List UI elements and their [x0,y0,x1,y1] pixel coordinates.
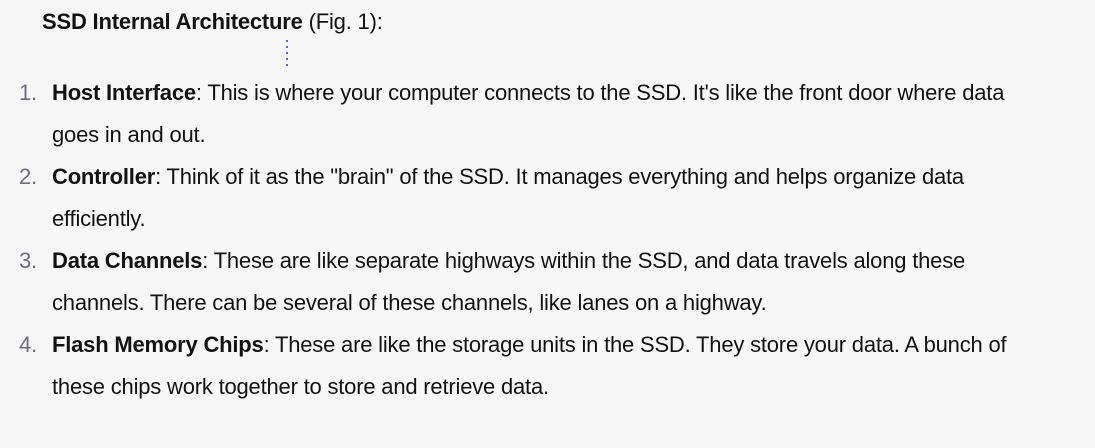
list-number: 4. [19,332,37,357]
list-term: Controller [52,164,156,189]
list-term: Data Channels [52,248,203,273]
list-term: Host Interface [52,80,196,105]
heading-figure-ref: (Fig. 1): [302,9,383,34]
architecture-list: 1. Host Interface: This is where your co… [0,72,1095,408]
list-description: : Think of it as the "brain" of the SSD.… [52,164,964,231]
vertical-ellipsis-icon [286,38,290,70]
list-number: 1. [19,80,37,105]
section-heading: SSD Internal Architecture (Fig. 1): [42,8,383,36]
list-item-host-interface: 1. Host Interface: This is where your co… [0,72,1095,156]
list-term: Flash Memory Chips [52,332,264,357]
list-item-controller: 2. Controller: Think of it as the "brain… [0,156,1095,240]
list-item-data-channels: 3. Data Channels: These are like separat… [0,240,1095,324]
list-number: 2. [19,164,37,189]
heading-title: SSD Internal Architecture [42,9,303,34]
list-item-flash-memory-chips: 4. Flash Memory Chips: These are like th… [0,324,1095,408]
list-number: 3. [19,248,37,273]
